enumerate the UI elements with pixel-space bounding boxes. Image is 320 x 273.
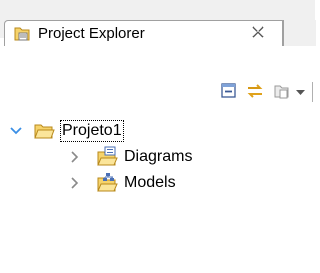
collapse-all-icon[interactable]: [218, 80, 240, 102]
tree-item-label: Projeto1: [60, 120, 124, 142]
tree-item-label: Diagrams: [124, 148, 193, 165]
project-tree: Projeto1 Diagrams Models: [0, 114, 315, 273]
chevron-right-icon[interactable]: [68, 176, 82, 190]
toolbar-separator: [312, 82, 313, 102]
view-toolbar: [0, 46, 315, 116]
open-folder-icon: [34, 124, 55, 139]
tree-item-projeto1[interactable]: Projeto1: [0, 118, 315, 144]
link-with-editor-icon[interactable]: [244, 80, 266, 102]
view-menu-chevron-icon[interactable]: [294, 80, 308, 102]
view-title: Project Explorer: [38, 25, 145, 42]
diagrams-folder-icon: [97, 146, 118, 166]
chevron-right-icon[interactable]: [68, 150, 82, 164]
tab-strip-empty-area: [283, 20, 316, 46]
close-icon[interactable]: [251, 25, 265, 39]
new-icon[interactable]: [272, 80, 294, 102]
project-explorer-window: Project Explorer Projeto1 Diagrams Model…: [0, 0, 316, 273]
project-explorer-icon: [14, 27, 30, 41]
models-folder-icon: [97, 173, 118, 192]
tree-item-diagrams[interactable]: Diagrams: [0, 144, 315, 170]
view-tab-strip: Project Explorer: [0, 0, 316, 46]
tree-item-models[interactable]: Models: [0, 170, 315, 196]
tree-item-label: Models: [124, 174, 176, 191]
chevron-down-icon[interactable]: [9, 124, 23, 138]
project-explorer-tab[interactable]: Project Explorer: [4, 20, 283, 46]
